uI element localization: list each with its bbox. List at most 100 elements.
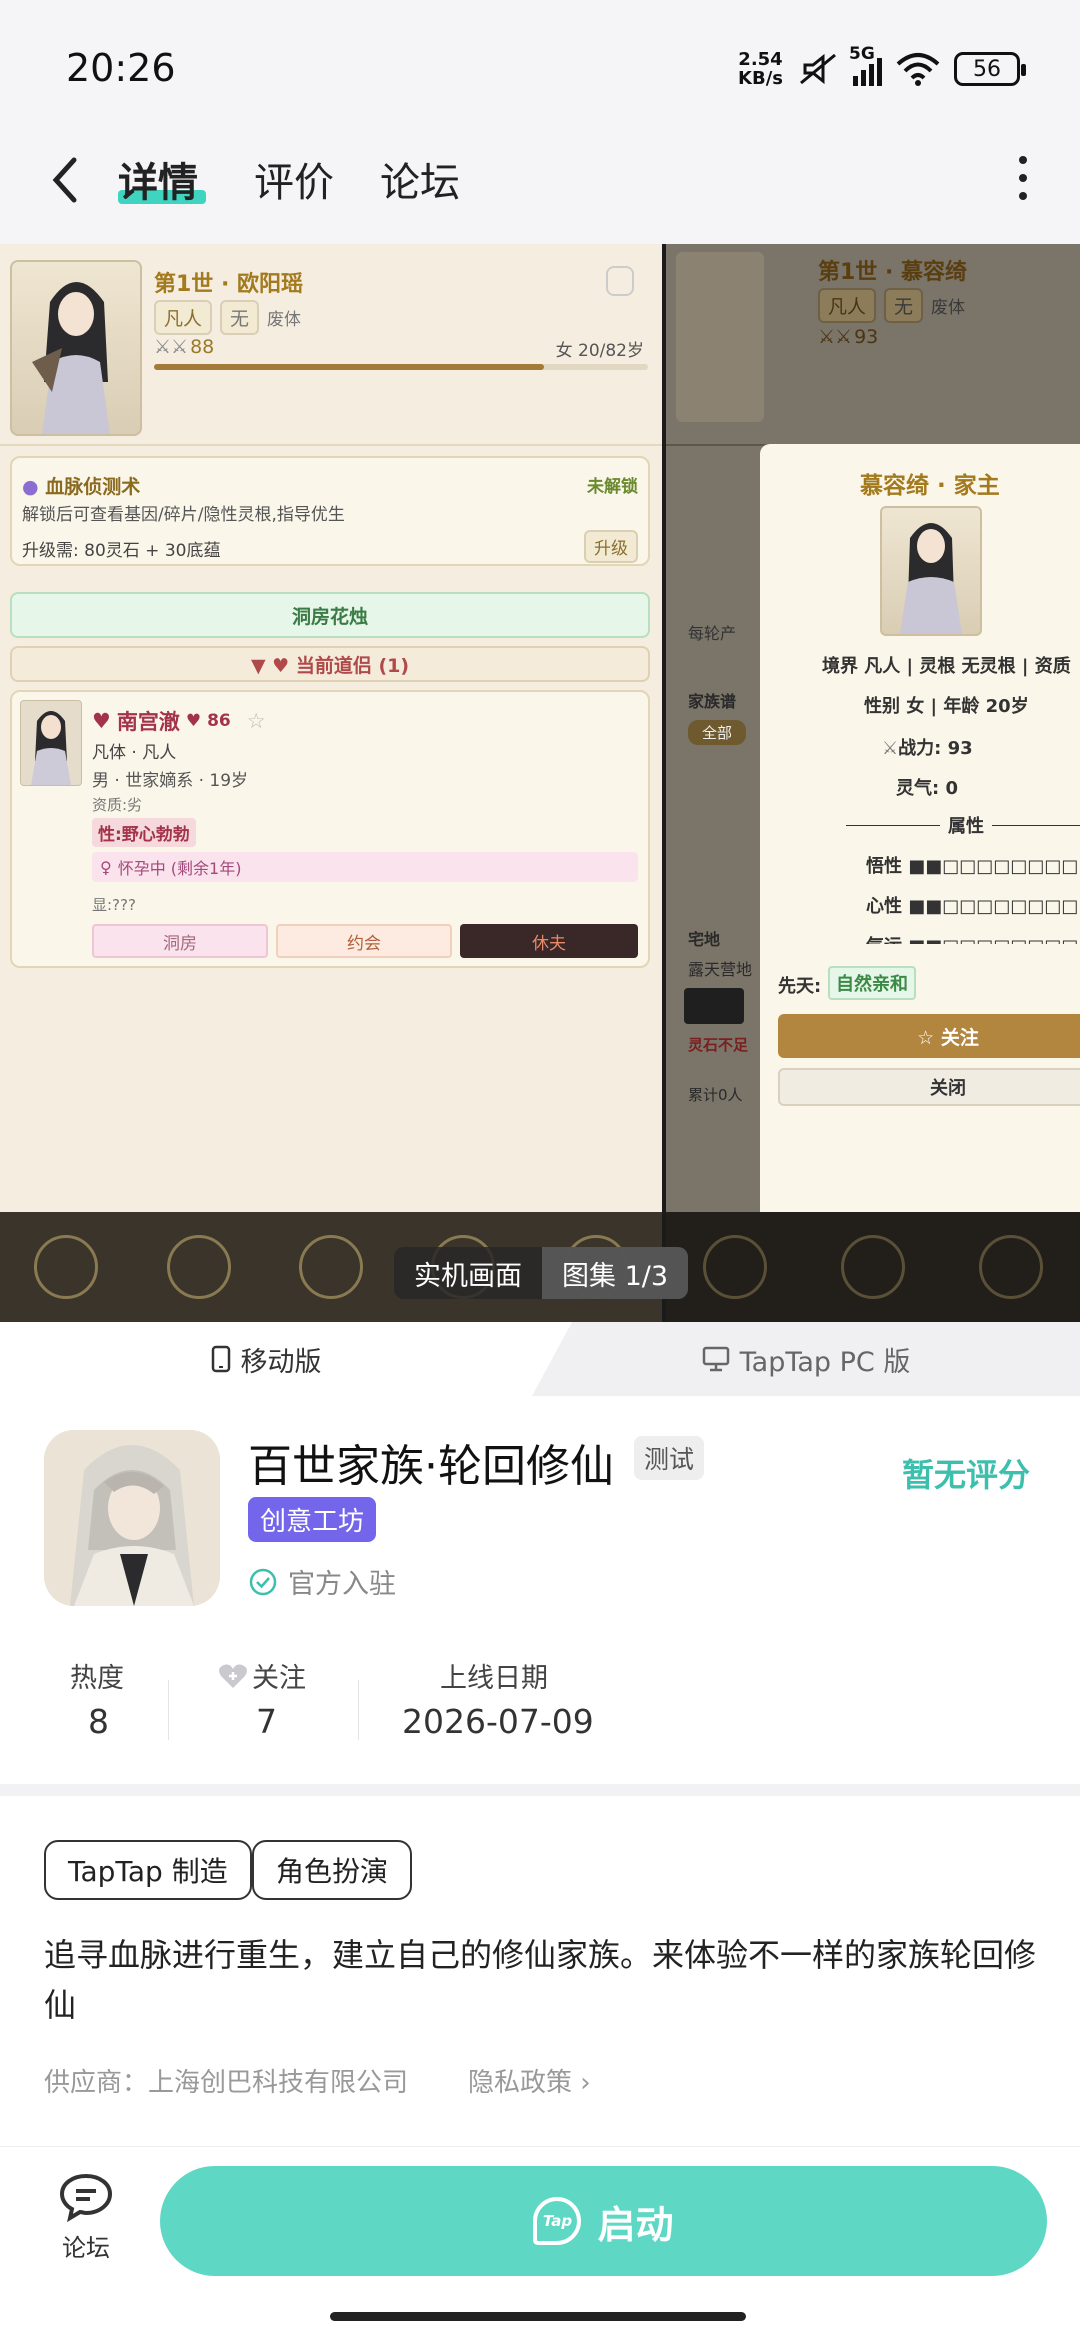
battery-icon: 56 — [954, 52, 1026, 86]
net-speed: 2.54 KB/s — [738, 49, 783, 89]
divorce-button[interactable]: 休夫 — [460, 924, 638, 958]
gallery-counter[interactable]: 图集 1/3 — [542, 1247, 689, 1299]
life-progress-bar — [154, 364, 648, 370]
skill-card: ● 血脉侦测术 未解锁 解锁后可查看基因/碎片/隐性灵根,指导优生 升级需: 8… — [10, 456, 650, 566]
forum-chat-icon — [59, 2173, 113, 2223]
heart-icon: ♥ — [92, 709, 111, 733]
power-value: 88 — [190, 336, 215, 358]
partner-name: 南宫澈 — [116, 710, 180, 734]
stat-heat-label: 热度 — [70, 1663, 124, 1694]
close-popup-button[interactable]: 关闭 — [778, 1068, 1080, 1106]
workshop-badge[interactable]: 创意工坊 — [248, 1497, 377, 1542]
portrait-figure-icon — [32, 282, 110, 434]
follow-button[interactable]: ☆ 关注 — [778, 1014, 1080, 1058]
follow-heart-icon — [219, 1664, 247, 1688]
body-tag-2: 废体 — [931, 298, 966, 318]
tag-role-playing[interactable]: 角色扮演 — [252, 1840, 413, 1900]
tab-reviews[interactable]: 评价 — [254, 150, 334, 208]
partner-figure-icon — [31, 711, 71, 785]
partner-show: 显:??? — [92, 896, 136, 914]
popup-power: ⚔战力: 93 — [882, 738, 973, 759]
attr-row-1: 悟性 ■■□□□□□□□□ — [866, 856, 1079, 877]
upgrade-cost: 升级需: 80灵石 + 30底蕴 — [22, 541, 221, 561]
gallery-screenshot-2[interactable]: 第1世 · 慕容绮 凡人 无 废体 ⚔⚔ 93 每轮产 家族谱 全部 宅地 露天营… — [666, 244, 1080, 1322]
gender-age: 女 20/82岁 — [555, 341, 644, 361]
wifi-icon — [896, 53, 940, 86]
app-character-icon — [44, 1430, 220, 1606]
bg-text-6: 灵石不足 — [688, 1036, 749, 1054]
realm-tag: 凡人 — [154, 300, 213, 335]
upgrade-button[interactable]: 升级 — [584, 530, 638, 563]
tag-taptap-made[interactable]: TapTap 制造 — [44, 1840, 252, 1900]
partner-header[interactable]: ▼ ♥ 当前道侣 (1) — [10, 646, 650, 682]
partner-aptitude: 资质:劣 — [92, 796, 143, 814]
star-icon[interactable]: ☆ — [247, 709, 266, 733]
launch-button[interactable]: Tap 启动 — [160, 2166, 1047, 2276]
platform-pc-label: TapTap PC 版 — [739, 1346, 911, 1378]
menu-circle-icon — [841, 1235, 905, 1299]
gallery-badge[interactable]: 实机画面 图集 1/3 — [394, 1247, 689, 1299]
innate-label: 先天: — [778, 976, 822, 997]
stat-date-label: 上线日期 — [440, 1663, 548, 1694]
love-icon: ♥ — [185, 711, 202, 731]
bg-text-3: 全部 — [688, 720, 747, 745]
pregnancy-status: ♀ 怀孕中 (剩余1年) — [92, 852, 638, 882]
gallery-screenshot-1[interactable]: 第1世 · 欧阳瑶 凡人 无 废体 ⚔⚔ 88 女 20/82岁 ● 血脉侦测术 … — [0, 244, 662, 1322]
popup-qi: 灵气: 0 — [896, 778, 958, 799]
date-button[interactable]: 约会 — [276, 924, 452, 958]
partner-info: 男 · 世家嫡系 · 19岁 — [92, 771, 249, 791]
bg-text-2: 家族谱 — [688, 692, 737, 711]
gallery-realshot-label[interactable]: 实机画面 — [394, 1254, 542, 1293]
tab-forum[interactable]: 论坛 — [380, 150, 460, 208]
partner-card: ♥ 南宫澈 ♥ 86 ☆ 凡体 · 凡人 男 · 世家嫡系 · 19岁 资质:劣 性:野… — [10, 690, 650, 968]
status-time: 20:26 — [66, 46, 176, 90]
partner-love: 86 — [207, 711, 231, 731]
home-indicator[interactable] — [330, 2312, 746, 2321]
popup-title: 慕容绮 · 家主 — [860, 473, 1000, 499]
popup-line1: 境界 凡人 | 灵根 无灵根 | 资质 — [822, 656, 1071, 677]
phone-icon — [211, 1345, 230, 1373]
menu-circle-icon — [34, 1235, 99, 1299]
character-title-2: 第1世 · 慕容绮 — [818, 260, 967, 285]
back-arrow-icon[interactable] — [46, 150, 86, 210]
privacy-link[interactable]: 隐私政策 › — [468, 2062, 591, 2099]
character-portrait-2 — [676, 252, 764, 422]
bedroom-button[interactable]: 洞房 — [92, 924, 268, 958]
attr-bar-icon: ■■□□□□□□□□ — [908, 896, 1079, 917]
mute-icon — [800, 53, 836, 85]
attr-row-2: 心性 ■■□□□□□□□□ — [866, 896, 1079, 917]
more-menu-icon[interactable] — [1018, 156, 1028, 200]
monitor-icon — [702, 1346, 729, 1372]
root-tag: 无 — [220, 300, 260, 335]
screenshot-gallery[interactable]: 第1世 · 欧阳瑶 凡人 无 废体 ⚔⚔ 88 女 20/82岁 ● 血脉侦测术 … — [0, 244, 1080, 1322]
lock-toggle-icon[interactable] — [606, 266, 634, 296]
platform-mobile-label: 移动版 — [240, 1346, 322, 1378]
sword-icon: ⚔ — [882, 738, 899, 759]
section-divider — [0, 1784, 1080, 1796]
stat-date-value: 2026-07-09 — [402, 1702, 594, 1741]
game-bottom-menu-2 — [666, 1212, 1080, 1322]
character-popup: 慕容绮 · 家主 境界 凡人 | 灵根 无灵根 | 资质 性别 女 | 年龄 2… — [760, 444, 1080, 990]
bg-text-5: 露天营地 — [688, 960, 753, 979]
stat-follow-value: 7 — [256, 1702, 277, 1741]
stat-follow-label: 关注 — [218, 1656, 306, 1695]
app-description: 追寻血脉进行重生，建立自己的修仙家族。来体验不一样的家族轮回修仙 — [44, 1936, 1037, 2024]
skill-status: 未解锁 — [587, 477, 638, 497]
power-icon: ⚔⚔ — [154, 336, 189, 358]
partner-portrait — [20, 700, 82, 786]
signal-icon: 5G — [849, 44, 882, 86]
wedding-button[interactable]: 洞房花烛 — [10, 592, 650, 638]
forum-button[interactable]: 论坛 — [54, 2172, 118, 2263]
power-icon-2: ⚔⚔ — [818, 326, 853, 348]
menu-circle-icon — [979, 1235, 1043, 1299]
platform-tab-pc[interactable]: TapTap PC 版 — [532, 1322, 1080, 1396]
attr-divider: 属性 — [846, 812, 1080, 838]
innate-value: 自然亲和 — [828, 966, 916, 1000]
verified-check-icon — [249, 1568, 277, 1595]
platform-tab-mobile[interactable]: 移动版 — [0, 1322, 532, 1396]
app-icon — [44, 1430, 220, 1606]
power-value-2: 93 — [854, 326, 879, 348]
tab-details[interactable]: 详情 — [118, 150, 198, 208]
rating-text[interactable]: 暂无评分 — [902, 1450, 1030, 1496]
skill-title: 血脉侦测术 — [45, 476, 141, 498]
